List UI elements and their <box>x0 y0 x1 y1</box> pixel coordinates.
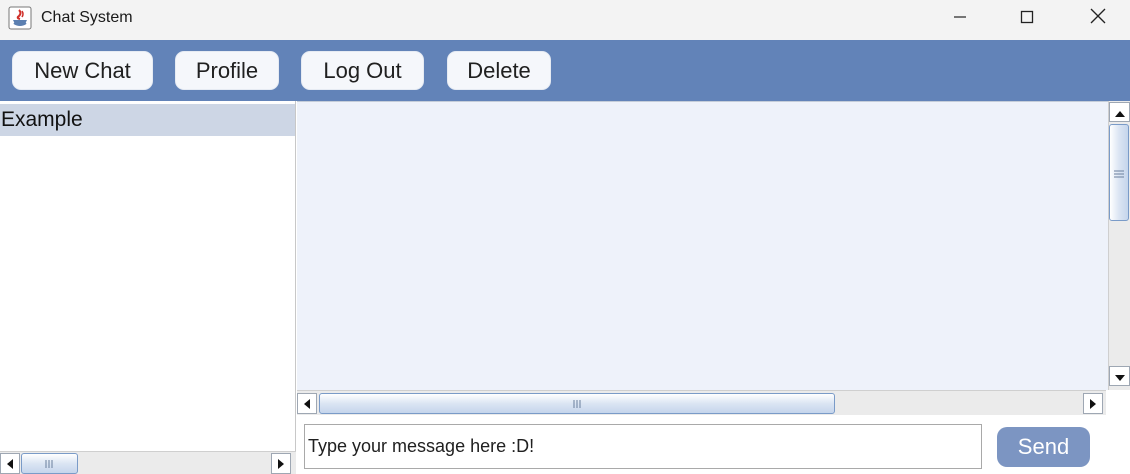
arrow-down-icon <box>1114 367 1125 386</box>
chat-horizontal-scrollbar[interactable] <box>297 390 1106 415</box>
grip-icon <box>1113 163 1125 182</box>
chat-messages-area[interactable] <box>297 101 1108 390</box>
send-button[interactable]: Send <box>997 427 1090 467</box>
chat-list-horizontal-scrollbar[interactable] <box>0 451 296 474</box>
arrow-right-icon <box>1089 394 1097 413</box>
message-input[interactable] <box>304 424 982 469</box>
minimize-button[interactable] <box>937 0 983 36</box>
arrow-right-icon <box>277 454 285 473</box>
chat-vertical-scrollbar[interactable] <box>1108 101 1130 390</box>
toolbar: New Chat Profile Log Out Delete <box>0 40 1130 101</box>
arrow-left-icon <box>303 394 311 413</box>
window-title: Chat System <box>41 9 133 26</box>
chat-list-item[interactable]: Example <box>0 104 295 136</box>
grip-icon <box>45 454 54 473</box>
delete-button[interactable]: Delete <box>447 51 551 90</box>
scroll-left-button[interactable] <box>297 393 317 414</box>
scroll-thumb[interactable] <box>21 453 78 474</box>
scroll-down-button[interactable] <box>1109 366 1130 386</box>
scroll-up-button[interactable] <box>1109 102 1130 122</box>
scroll-thumb[interactable] <box>319 393 835 414</box>
chat-list-panel: Example <box>0 101 296 474</box>
title-bar: Chat System <box>0 0 1130 40</box>
log-out-button[interactable]: Log Out <box>301 51 424 90</box>
scrollbar-corner <box>1106 390 1130 415</box>
arrow-up-icon <box>1114 103 1125 122</box>
maximize-button[interactable] <box>1004 0 1050 36</box>
arrow-left-icon <box>6 454 14 473</box>
scroll-thumb[interactable] <box>1109 124 1129 221</box>
minimize-icon <box>953 9 967 28</box>
profile-button[interactable]: Profile <box>175 51 279 90</box>
java-coffee-cup-icon <box>8 6 32 30</box>
chat-system-window: Chat System New Chat Profile Log Out Del… <box>0 0 1130 474</box>
scroll-left-button[interactable] <box>0 453 20 474</box>
grip-icon <box>573 394 582 413</box>
close-button[interactable] <box>1075 0 1121 36</box>
close-icon <box>1090 8 1106 28</box>
maximize-icon <box>1020 9 1034 28</box>
scroll-right-button[interactable] <box>1083 393 1103 414</box>
scroll-right-button[interactable] <box>271 453 291 474</box>
new-chat-button[interactable]: New Chat <box>12 51 153 90</box>
